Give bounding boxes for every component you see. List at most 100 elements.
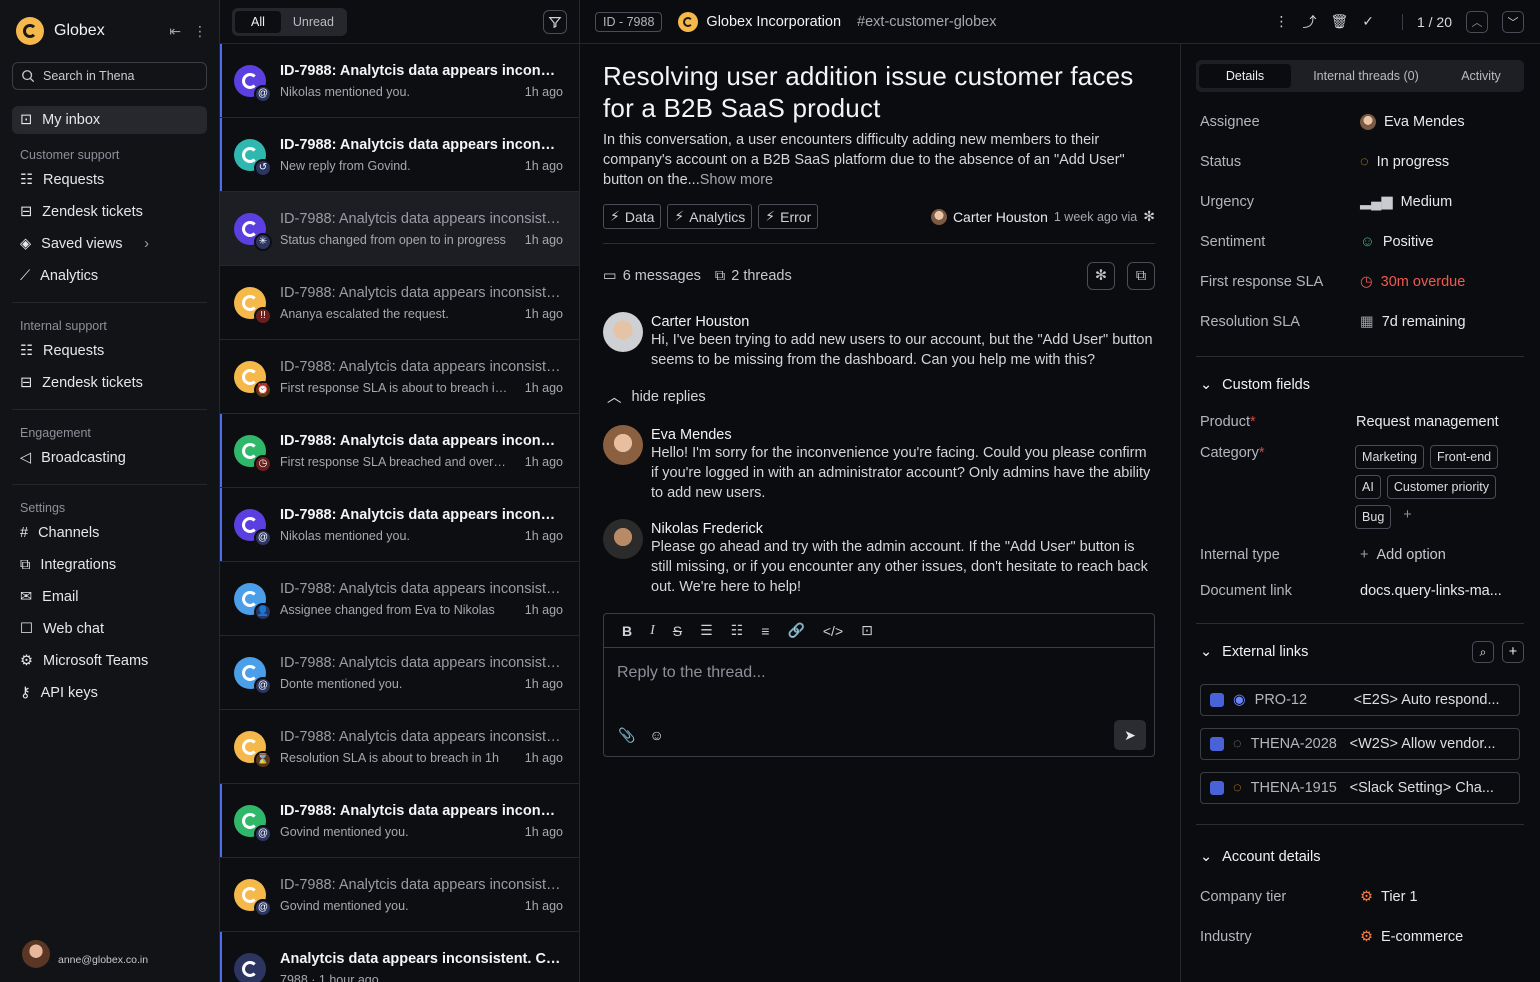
field-first-response-sla[interactable]: First response SLA ◷ 30m overdue: [1196, 262, 1524, 302]
custom-fields-toggle[interactable]: ⌄ Custom fields: [1196, 365, 1524, 405]
external-link-item[interactable]: ◌ THENA-2028 <W2S> Allow vendor...: [1200, 728, 1520, 760]
globex-logo-icon: [678, 11, 699, 32]
code-icon[interactable]: </>: [823, 623, 843, 639]
search-links-button[interactable]: ⌕: [1472, 641, 1494, 663]
channel-name[interactable]: #ext-customer-globex: [857, 14, 996, 30]
list-item[interactable]: Analytcis data appears inconsistent. Ca.…: [220, 932, 579, 982]
author-name[interactable]: Carter Houston: [953, 209, 1048, 225]
strikethrough-icon[interactable]: S: [673, 623, 682, 639]
next-button[interactable]: ﹀: [1502, 10, 1524, 33]
send-button[interactable]: ➤: [1114, 720, 1146, 750]
list-item[interactable]: ✳ ID-7988: Analytcis data appears inconsi…: [220, 192, 579, 266]
list-item[interactable]: ⌛ ID-7988: Analytcis data appears inconsi…: [220, 710, 579, 784]
sidebar-item-analytics[interactable]: ⟋ Analytics: [12, 262, 207, 290]
sidebar-item-api-keys[interactable]: ⚷ API keys: [12, 679, 207, 707]
bullet-list-icon[interactable]: ☰: [700, 622, 713, 639]
category-chip[interactable]: Bug: [1355, 505, 1392, 529]
list-item[interactable]: @ ID-7988: Analytcis data appears inconsi…: [220, 858, 579, 932]
tab-activity[interactable]: Activity: [1441, 69, 1521, 83]
category-chip[interactable]: AI: [1355, 475, 1381, 499]
tab-details[interactable]: Details: [1199, 64, 1291, 88]
external-link-item[interactable]: ◌ THENA-1915 <Slack Setting> Cha...: [1200, 772, 1520, 804]
bold-icon[interactable]: B: [622, 623, 632, 639]
add-link-button[interactable]: +: [1502, 641, 1524, 663]
tag-data[interactable]: ⚡ Data: [603, 204, 662, 229]
sidebar-item-zendesk-tickets[interactable]: ⊟ Zendesk tickets: [12, 198, 207, 226]
sidebar-item-microsoft-teams[interactable]: ⚙ Microsoft Teams: [12, 647, 207, 675]
list-item[interactable]: @ ID-7988: Analytcis data appears inconsi…: [220, 636, 579, 710]
megaphone-icon: ◁: [20, 450, 32, 466]
list-item[interactable]: @ ID-7988: Analytcis data appears inconsi…: [220, 488, 579, 562]
list-item-text: ID-7988: Analytcis data appears inconsis…: [280, 359, 563, 395]
org-name[interactable]: Globex Incorporation: [678, 11, 841, 32]
category-chip[interactable]: Front-end: [1429, 445, 1499, 469]
sidebar-item-my-inbox[interactable]: ⊡ My inbox: [12, 106, 207, 134]
field-assignee[interactable]: Assignee Eva Mendes: [1196, 102, 1524, 142]
italic-icon[interactable]: I: [650, 623, 655, 639]
sidebar-item-integrations[interactable]: ⧉ Integrations: [12, 551, 207, 579]
field-company-tier[interactable]: Company tier ⚙ Tier 1: [1196, 877, 1524, 917]
hide-replies-button[interactable]: ︿ hide replies: [607, 386, 1155, 407]
external-link-item[interactable]: ◉ PRO-12 <E2S> Auto respond...: [1200, 684, 1520, 716]
account-details-toggle[interactable]: ⌄ Account details: [1196, 837, 1524, 877]
sidebar-item-email[interactable]: ✉ Email: [12, 583, 207, 611]
list-item[interactable]: @ ID-7988: Analytcis data appears inconsi…: [220, 784, 579, 858]
field-status[interactable]: Status ◌ In progress: [1196, 142, 1524, 182]
filter-all[interactable]: All: [235, 10, 281, 33]
link-icon[interactable]: 🔗: [787, 622, 804, 639]
list-item[interactable]: ◷ ID-7988: Analytcis data appears inconsi…: [220, 414, 579, 488]
emoji-icon[interactable]: ☺: [649, 727, 663, 744]
editor-toolbar: B I S ☰ ☷ ≡ 🔗 </> ⊡: [604, 614, 1154, 648]
field-urgency[interactable]: Urgency ▂▄▆ Medium: [1196, 182, 1524, 222]
more-vertical-icon[interactable]: ⋮: [1274, 13, 1288, 30]
list-item[interactable]: !! ID-7988: Analytcis data appears incons…: [220, 266, 579, 340]
tag-analytics[interactable]: ⚡ Analytics: [667, 204, 753, 229]
sidebar-item-internal-requests[interactable]: ☷ Requests: [12, 337, 207, 365]
sidebar-item-label: Saved views: [41, 236, 123, 252]
field-sentiment[interactable]: Sentiment ☺ Positive: [1196, 222, 1524, 262]
reply-input[interactable]: Reply to the thread...: [604, 648, 1154, 698]
numbered-list-icon[interactable]: ☷: [731, 622, 744, 639]
tab-internal-threads[interactable]: Internal threads (0): [1291, 69, 1441, 83]
sidebar-item-requests[interactable]: ☷ Requests: [12, 166, 207, 194]
filter-unread[interactable]: Unread: [283, 11, 344, 33]
sidebar-item-web-chat[interactable]: ☐ Web chat: [12, 615, 207, 643]
category-chip[interactable]: Marketing: [1355, 445, 1424, 469]
copy-button[interactable]: ⧉: [1127, 262, 1155, 290]
list-item[interactable]: ↺ ID-7988: Analytcis data appears inconsi…: [220, 118, 579, 192]
check-icon[interactable]: ✓: [1362, 13, 1374, 30]
plus-icon[interactable]: +: [1397, 505, 1417, 529]
sidebar-item-channels[interactable]: # Channels: [12, 519, 207, 547]
document-link[interactable]: docs.query-links-ma...: [1360, 583, 1502, 599]
field-resolution-sla[interactable]: Resolution SLA ▦ 7d remaining: [1196, 302, 1524, 342]
field-industry[interactable]: Industry ⚙ E-commerce: [1196, 917, 1524, 957]
list-item[interactable]: @ ID-7988: Analytcis data appears inconsi…: [220, 44, 579, 118]
list-item-time: 1h ago: [524, 602, 563, 617]
sidebar-item-internal-zendesk[interactable]: ⊟ Zendesk tickets: [12, 369, 207, 397]
add-option-button[interactable]: + Add option: [1360, 547, 1446, 563]
search-input[interactable]: Search in Thena: [12, 62, 207, 90]
tag-error[interactable]: ⚡ Error: [758, 204, 819, 229]
attachment-icon[interactable]: 📎: [618, 727, 635, 744]
more-vertical-icon[interactable]: ⋮: [193, 23, 207, 40]
trash-icon[interactable]: 🗑: [1330, 13, 1348, 30]
indent-icon[interactable]: ≡: [761, 623, 769, 639]
list-item[interactable]: ⏰ ID-7988: Analytcis data appears inconsi…: [220, 340, 579, 414]
filter-button[interactable]: [543, 9, 567, 34]
list-item[interactable]: 👤 ID-7988: Analytcis data appears inconsi…: [220, 562, 579, 636]
message-author: Eva Mendes: [651, 427, 732, 443]
chevron-down-icon[interactable]: ⌄: [1200, 644, 1212, 660]
show-more-link[interactable]: Show more: [700, 172, 773, 188]
link-title: <E2S> Auto respond...: [1353, 692, 1500, 708]
ticket-id-chip[interactable]: ID - 7988: [595, 11, 663, 32]
merge-icon[interactable]: ⤴: [1302, 12, 1316, 32]
prev-button[interactable]: ︿: [1466, 10, 1488, 33]
code-block-icon[interactable]: ⊡: [861, 622, 873, 639]
slack-button[interactable]: ✻: [1087, 262, 1115, 290]
sidebar-item-saved-views[interactable]: ◈ Saved views ›: [12, 230, 207, 258]
field-product[interactable]: Product* Request management: [1196, 405, 1524, 439]
user-profile[interactable]: anne@globex.co.in: [22, 940, 148, 968]
sidebar-item-broadcasting[interactable]: ◁ Broadcasting: [12, 444, 207, 472]
category-chip[interactable]: Customer priority: [1386, 475, 1497, 499]
collapse-sidebar-icon[interactable]: ⇤: [169, 23, 181, 40]
